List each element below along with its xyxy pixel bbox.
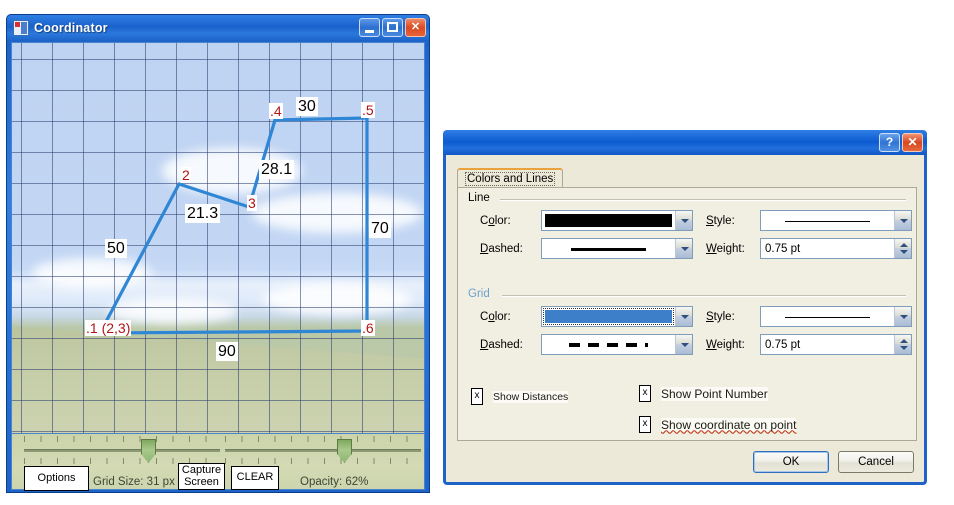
line-weight-value[interactable]: 0.75 pt	[761, 243, 894, 255]
line-color-swatch	[542, 211, 675, 230]
grid-color-swatch	[542, 307, 675, 326]
line-weight-spinner[interactable]: 0.75 pt	[760, 238, 912, 259]
app-icon	[13, 20, 29, 36]
grid-dashed-preview	[542, 335, 675, 354]
slider-ticks-top	[225, 436, 421, 442]
line-group-title: Line	[468, 192, 490, 204]
grid-color-label: Color:	[480, 311, 511, 323]
capture-screen-line1: Capture	[181, 463, 222, 476]
chevron-down-icon[interactable]	[675, 239, 692, 258]
grid-group-title: Grid	[468, 288, 490, 300]
distance-label-5-6: 70	[369, 219, 391, 238]
checkbox-icon[interactable]: x	[639, 385, 651, 402]
line-color-combo[interactable]	[541, 210, 693, 231]
chevron-down-icon[interactable]	[675, 211, 692, 230]
checkbox-show-coordinate-on-point[interactable]: x Show coordinate on point	[639, 416, 797, 433]
point-label-3[interactable]: 3	[247, 195, 257, 211]
capture-screen-line2: Screen	[184, 475, 219, 488]
grid-style-combo[interactable]	[760, 306, 912, 327]
options-button[interactable]: Options	[24, 466, 89, 491]
line-weight-label: Weight:	[706, 243, 745, 255]
grid-style-preview	[761, 307, 894, 326]
line-dashed-combo[interactable]	[541, 238, 693, 259]
coordinator-window: Coordinator ✕ 50 21.3 28.1 30 70 90 .1 (2,3) 2 3…	[6, 14, 430, 493]
distance-label-2-3: 21.3	[185, 204, 221, 223]
plot-segment-1-2	[98, 182, 181, 335]
grid-weight-spinner[interactable]: 0.75 pt	[760, 334, 912, 355]
point-label-5[interactable]: .5	[361, 102, 375, 118]
ok-button[interactable]: OK	[753, 451, 829, 473]
help-button[interactable]: ?	[879, 133, 900, 152]
grid-size-label: Grid Size: 31 px	[93, 476, 175, 488]
checkbox-icon[interactable]: x	[471, 388, 483, 405]
checkbox-show-point-number[interactable]: x Show Point Number	[639, 385, 768, 402]
line-style-combo[interactable]	[760, 210, 912, 231]
clear-button[interactable]: CLEAR	[231, 466, 279, 490]
plot-canvas[interactable]: 50 21.3 28.1 30 70 90 .1 (2,3) 2 3 .4 .5 .6	[11, 42, 425, 434]
checkbox-label: Show coordinate on point	[661, 417, 797, 432]
grid-dashed-label: Dashed:	[480, 339, 523, 351]
distance-label-1-2: 50	[105, 239, 127, 258]
checkbox-icon[interactable]: x	[639, 416, 651, 433]
tab-label: Colors and Lines	[465, 172, 556, 186]
point-label-1[interactable]: .1 (2,3)	[85, 320, 132, 336]
tab-panel-colors-and-lines: Line Color: Style: Dashed: Weight: 0.75 …	[457, 187, 917, 441]
close-button[interactable]: ✕	[405, 18, 426, 37]
line-dashed-label: Dashed:	[480, 243, 523, 255]
chevron-down-icon[interactable]	[894, 307, 911, 326]
distance-label-3-4: 28.1	[259, 160, 295, 179]
checkbox-show-distances[interactable]: x Show Distances	[471, 388, 569, 405]
line-style-preview	[761, 211, 894, 230]
cancel-button[interactable]: Cancel	[838, 451, 914, 473]
minimize-button[interactable]	[359, 18, 380, 37]
slider-ticks-top	[24, 436, 220, 442]
point-label-6[interactable]: .6	[361, 320, 375, 336]
distance-label-4-5: 30	[296, 97, 318, 116]
checkbox-label: Show Point Number	[661, 386, 768, 401]
spinner-arrows-icon[interactable]	[894, 335, 911, 354]
grid-weight-label: Weight:	[706, 339, 745, 351]
grid-dashed-combo[interactable]	[541, 334, 693, 355]
tab-strip: Colors and Lines	[457, 168, 564, 189]
opacity-slider[interactable]	[225, 436, 421, 466]
line-color-label: Color:	[480, 215, 511, 227]
tab-colors-and-lines[interactable]: Colors and Lines	[457, 168, 564, 189]
chevron-down-icon[interactable]	[894, 211, 911, 230]
capture-screen-button[interactable]: Capture Screen	[178, 463, 225, 490]
checkbox-label: Show Distances	[493, 390, 569, 403]
grid-style-label: Style:	[706, 311, 735, 323]
grid-size-slider[interactable]	[24, 436, 220, 466]
point-label-4[interactable]: .4	[269, 103, 283, 119]
slider-rail	[24, 449, 220, 452]
dialog-titlebar[interactable]: ? ✕	[443, 130, 927, 155]
chevron-down-icon[interactable]	[675, 307, 692, 326]
line-group-divider	[500, 199, 906, 201]
grid-color-combo[interactable]	[541, 306, 693, 327]
line-style-label: Style:	[706, 215, 735, 227]
spinner-arrows-icon[interactable]	[894, 239, 911, 258]
window-controls: ✕	[359, 18, 426, 37]
options-dialog: ? ✕ Colors and Lines Line Color: Style: …	[443, 130, 927, 485]
coordinator-titlebar[interactable]: Coordinator ✕	[7, 15, 429, 41]
opacity-label: Opacity: 62%	[300, 476, 369, 488]
grid-weight-value[interactable]: 0.75 pt	[761, 339, 894, 351]
point-label-2[interactable]: 2	[181, 167, 191, 183]
window-title: Coordinator	[34, 21, 108, 35]
grid-group-divider	[502, 295, 906, 297]
chevron-down-icon[interactable]	[675, 335, 692, 354]
maximize-button[interactable]	[382, 18, 403, 37]
close-icon[interactable]: ✕	[902, 133, 923, 152]
slider-rail	[225, 449, 421, 452]
plot-segment-6-1	[98, 329, 369, 335]
coordinator-toolbar: Options Grid Size: 31 px Capture Screen …	[11, 434, 425, 491]
plot-segment-4-5	[273, 116, 369, 122]
distance-label-6-1: 90	[216, 342, 238, 361]
slider-ticks-bottom	[225, 458, 421, 464]
line-dashed-preview	[542, 239, 675, 258]
